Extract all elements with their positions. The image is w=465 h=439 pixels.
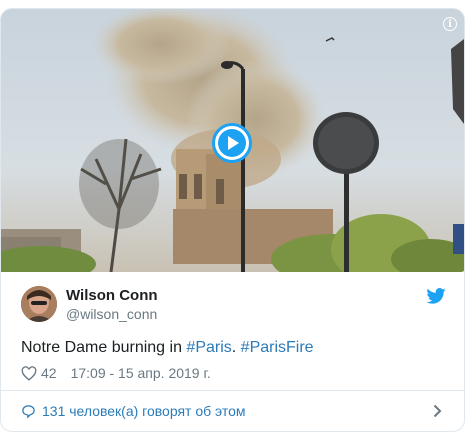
author-name[interactable]: Wilson Conn	[66, 287, 158, 304]
twitter-bird-icon[interactable]	[426, 288, 446, 304]
tweet-header: Wilson Conn @wilson_conn	[21, 286, 446, 326]
tweet-meta: 42 17:09 - 15 апр. 2019 г.	[21, 363, 211, 383]
conversation-link[interactable]: 131 человек(а) говорят об этом	[21, 400, 444, 422]
video-thumbnail[interactable]: i	[1, 9, 464, 272]
hashtag-paris[interactable]: #Paris	[186, 339, 231, 356]
tweet-text-separator: .	[231, 339, 241, 356]
avatar[interactable]	[21, 286, 57, 322]
conversation-link-label: 131 человек(а) говорят об этом	[42, 403, 246, 419]
divider	[1, 390, 464, 391]
heart-icon[interactable]	[21, 365, 37, 381]
chevron-right-icon	[433, 404, 442, 418]
speech-bubble-icon	[22, 404, 35, 419]
tweet-timestamp[interactable]: 17:09 - 15 апр. 2019 г.	[71, 365, 211, 381]
hashtag-parisfire[interactable]: #ParisFire	[241, 339, 314, 356]
play-icon	[218, 129, 246, 157]
tweet-text: Notre Dame burning in #Paris. #ParisFire	[21, 339, 314, 357]
play-button[interactable]	[212, 123, 252, 163]
like-count[interactable]: 42	[41, 365, 57, 381]
embedded-tweet-card[interactable]: i Wilson Conn @wilson_conn Notre Dame bu…	[0, 8, 465, 432]
info-icon[interactable]: i	[443, 17, 457, 31]
tweet-text-prefix: Notre Dame burning in	[21, 339, 187, 356]
author-handle[interactable]: @wilson_conn	[66, 306, 157, 322]
